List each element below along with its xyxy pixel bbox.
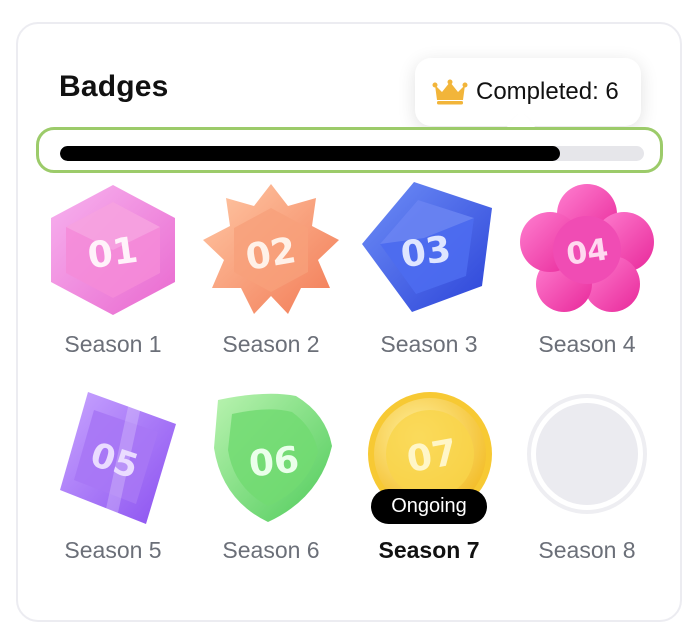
badge-season-4[interactable]: 04 <box>512 180 662 320</box>
badge-season-1[interactable]: 01 <box>38 180 188 320</box>
svg-text:04: 04 <box>564 232 610 272</box>
completed-count: Completed: 6 <box>476 78 619 105</box>
progress-track <box>60 146 644 161</box>
cube-badge-05-icon: 05 <box>60 392 176 524</box>
page-title: Badges <box>59 70 169 103</box>
badge-label: Season 5 <box>64 537 162 563</box>
badge-label: Season 6 <box>222 537 320 563</box>
badge-label: Season 4 <box>538 331 636 357</box>
badge-label: Season 8 <box>538 537 636 563</box>
crown-icon <box>432 79 468 105</box>
ongoing-tag: Ongoing <box>371 489 487 524</box>
badge-label-current: Season 7 <box>378 537 480 563</box>
svg-text:01: 01 <box>85 230 140 278</box>
hexagon-badge-01-icon: 01 <box>51 185 175 315</box>
svg-text:03: 03 <box>398 229 453 277</box>
shield-badge-06-icon: 06 <box>214 393 332 522</box>
badge-label: Season 3 <box>380 331 478 357</box>
badge-season-5[interactable]: 05 <box>38 388 188 528</box>
badge-season-2[interactable]: 02 <box>196 180 346 320</box>
star-badge-02-icon: 02 <box>203 184 339 314</box>
progress-fill <box>60 146 561 161</box>
badge-season-3[interactable]: 03 <box>354 178 504 318</box>
completed-tooltip: Completed: 6 <box>415 58 641 126</box>
progress-bar <box>36 127 663 173</box>
locked-badge-placeholder-icon <box>527 394 647 514</box>
badge-label: Season 2 <box>222 331 320 357</box>
svg-text:02: 02 <box>243 230 299 279</box>
badge-season-6[interactable]: 06 <box>196 388 346 528</box>
pentagon-badge-03-icon: 03 <box>362 182 492 312</box>
svg-text:06: 06 <box>247 439 301 485</box>
badge-label: Season 1 <box>64 331 162 357</box>
badge-season-8[interactable] <box>512 388 662 528</box>
flower-badge-04-icon: 04 <box>520 184 654 312</box>
svg-text:07: 07 <box>404 432 460 481</box>
